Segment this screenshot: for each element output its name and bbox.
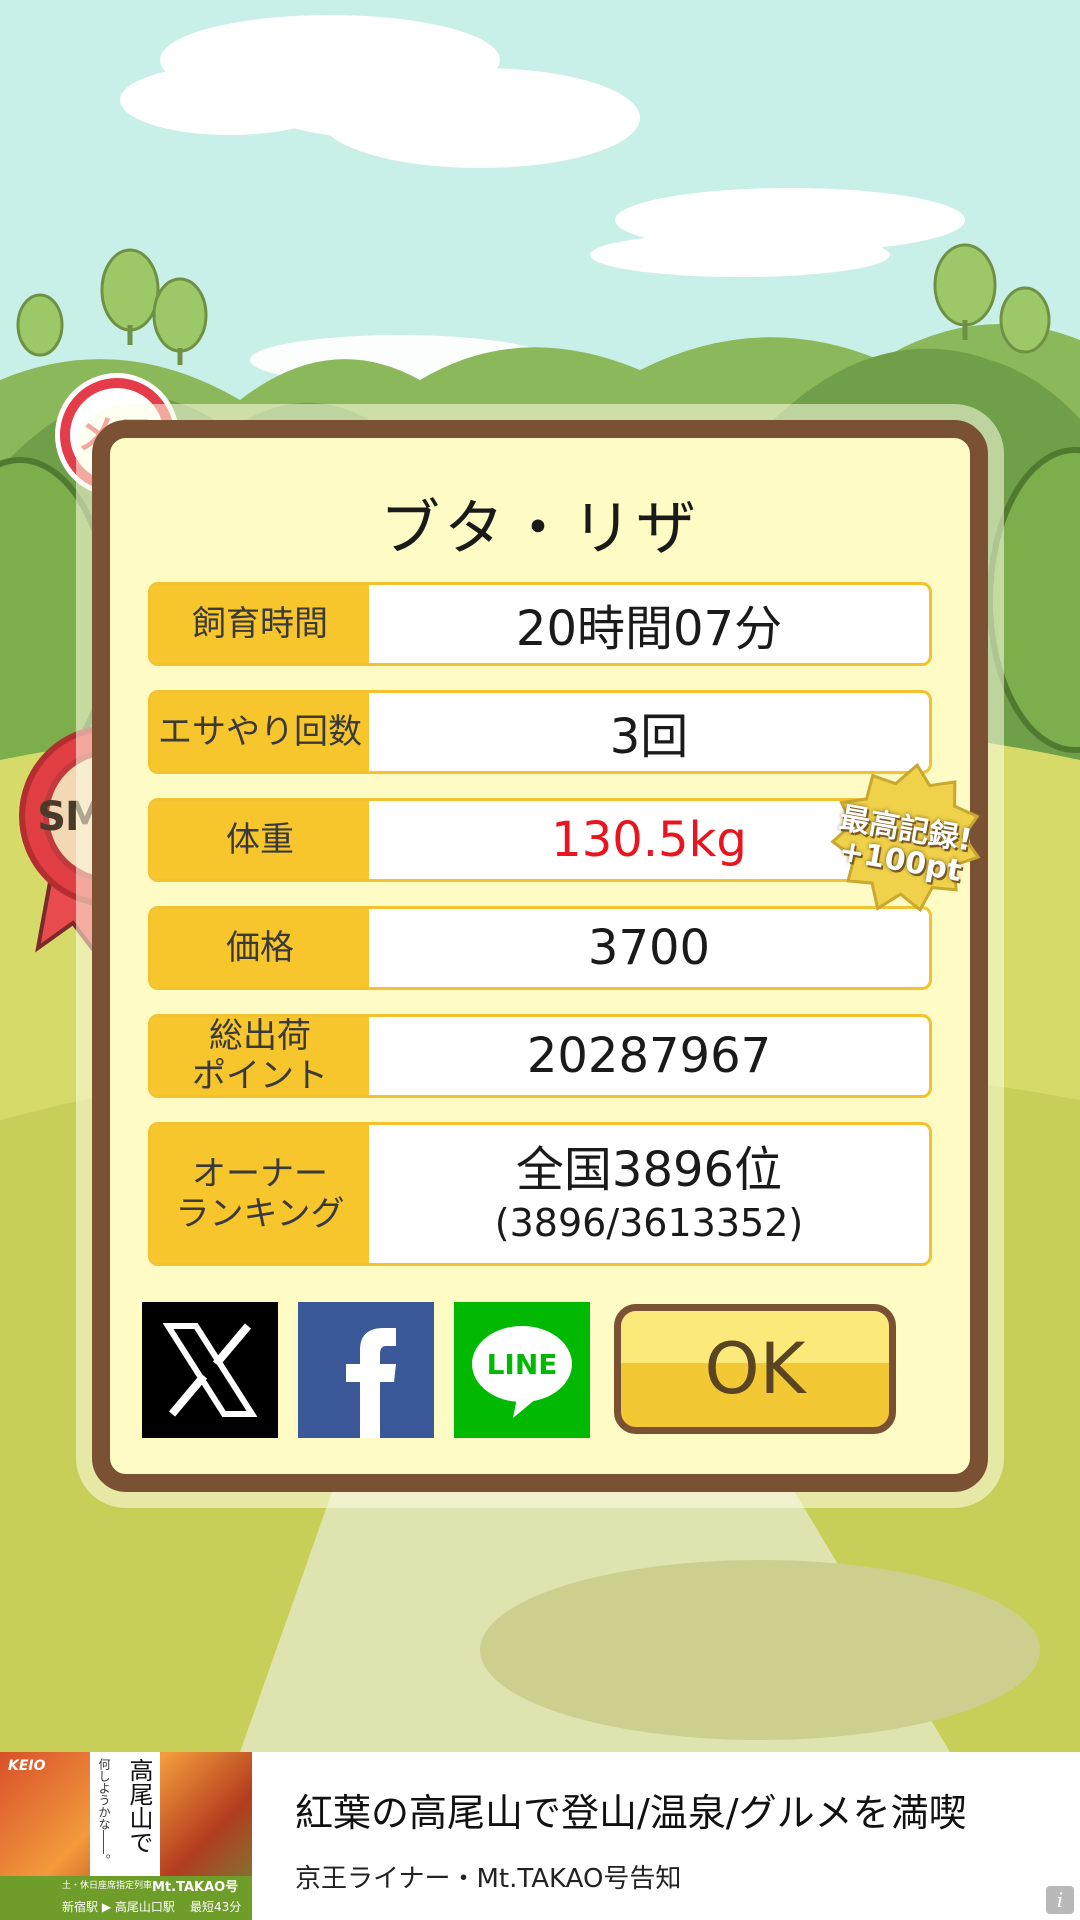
line-logo-text: LINE <box>486 1348 558 1381</box>
stat-value: 全国3896位 (3896/3613352) <box>369 1125 929 1263</box>
share-line-button[interactable]: LINE <box>454 1302 590 1438</box>
x-logo-icon <box>162 1323 258 1417</box>
stat-value: 20時間07分 <box>515 601 783 657</box>
ad-duration: 最短43分 <box>190 1900 242 1914</box>
ranking-detail: (3896/3613352) <box>494 1201 804 1245</box>
stat-label: 飼育時間 <box>151 585 369 663</box>
ad-title-panel: 高尾山で 何しようかな――。 <box>90 1752 160 1880</box>
stat-label: エサやり回数 <box>151 693 369 771</box>
ad-service-note: 土・休日座席指定列車 <box>62 1881 153 1891</box>
ad-tagline-vertical: 何しようかな――。 <box>97 1758 111 1866</box>
stat-label-line: ランキング <box>175 1194 345 1234</box>
share-facebook-button[interactable] <box>298 1302 434 1438</box>
ad-brand-logo: KEIO <box>8 1758 46 1774</box>
stat-row-weight: 体重 130.5kg <box>148 798 932 882</box>
stat-label: オーナー ランキング <box>151 1125 369 1263</box>
stat-label-line: オーナー <box>192 1154 328 1194</box>
stat-label-line: ポイント <box>192 1056 328 1096</box>
ranking-position: 全国3896位 <box>515 1142 783 1198</box>
pig-name: ブタ・リザ <box>380 494 700 564</box>
stat-row-price: 価格 3700 <box>148 906 932 990</box>
stat-label: 価格 <box>151 909 369 987</box>
ad-title-vertical: 高尾山で <box>125 1758 153 1854</box>
ad-route-strip: 土・休日座席指定列車 Mt.TAKAO号 新宿駅 ▶ 高尾山口駅 最短43分 <box>0 1876 252 1920</box>
stat-label: 体重 <box>151 801 369 879</box>
stat-value: 3700 <box>587 920 711 976</box>
ad-route: 新宿駅 ▶ 高尾山口駅 <box>62 1900 175 1914</box>
ad-headline[interactable]: 紅葉の高尾山で登山/温泉/グルメを満喫 <box>295 1782 967 1837</box>
stat-row-owner-ranking: オーナー ランキング 全国3896位 (3896/3613352) <box>148 1122 932 1266</box>
ad-banner[interactable]: KEIO 高尾山で 何しようかな――。 土・休日座席指定列車 Mt.TAKAO号… <box>0 1752 1080 1920</box>
ad-subtext: 京王ライナー・Mt.TAKAO号告知 <box>295 1864 682 1894</box>
ad-service-name: Mt.TAKAO号 <box>152 1880 239 1895</box>
share-x-button[interactable] <box>142 1302 278 1438</box>
ok-button[interactable]: OK <box>614 1304 896 1434</box>
stat-label-line: 総出荷 <box>209 1016 311 1056</box>
ad-info-icon[interactable]: i <box>1046 1886 1074 1914</box>
stat-value: 20287967 <box>526 1028 772 1084</box>
stat-label: 総出荷 ポイント <box>151 1017 369 1095</box>
stat-row-shipping-points: 総出荷 ポイント 20287967 <box>148 1014 932 1098</box>
facebook-logo-icon <box>346 1328 396 1438</box>
stat-row-breeding-time: 飼育時間 20時間07分 <box>148 582 932 666</box>
record-badge: 最高記録! +100pt <box>811 747 996 932</box>
result-dialog: ブタ・リザ 飼育時間 20時間07分 エサやり回数 3回 体重 130.5kg … <box>92 420 988 1492</box>
stat-row-feed-count: エサやり回数 3回 <box>148 690 932 774</box>
ad-image[interactable]: KEIO 高尾山で 何しようかな――。 土・休日座席指定列車 Mt.TAKAO号… <box>0 1752 252 1920</box>
